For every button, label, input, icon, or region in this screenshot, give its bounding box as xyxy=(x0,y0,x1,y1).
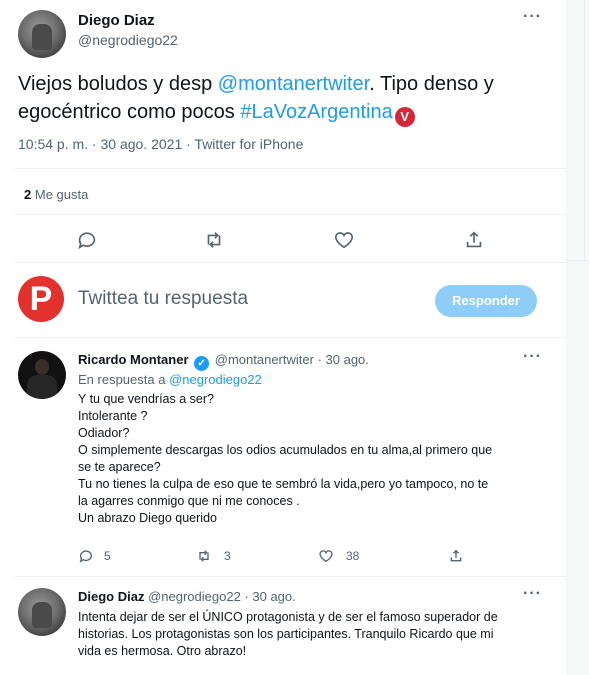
reply-count: 5 xyxy=(104,549,111,563)
tweet-text-part: Viejos boludos y desp xyxy=(18,73,218,95)
retweet-icon[interactable] xyxy=(203,229,225,251)
verified-icon: ✓ xyxy=(194,356,210,371)
tweet-text: Viejos boludos y desp @montanertwiter. T… xyxy=(18,70,558,127)
reply-line: Un abrazo Diego querido xyxy=(78,511,217,525)
tweet-page: Diego Diaz @negrodiego22 ··· Viejos bolu… xyxy=(0,0,589,675)
author-name[interactable]: Diego Diaz xyxy=(78,12,155,29)
reply-line: se te aparece? xyxy=(78,460,161,474)
author-handle[interactable]: @negrodiego22 xyxy=(78,32,178,48)
reply-line: vida es hermosa. Otro abrazo! xyxy=(78,644,247,658)
reply-text: Intenta dejar de ser el ÚNICO protagonis… xyxy=(78,609,558,660)
reply-actions: 5 3 38 xyxy=(0,546,566,566)
like-count: 2 xyxy=(24,187,32,202)
reply-line: Y tu que vendrías a ser? xyxy=(78,392,214,406)
avatar[interactable] xyxy=(18,351,66,399)
reply-text: Y tu que vendrías a ser? Intolerante ? O… xyxy=(78,391,548,527)
reply-date[interactable]: · 30 ago. xyxy=(318,352,369,367)
in-reply-handle[interactable]: @negrodiego22 xyxy=(169,372,262,387)
more-icon[interactable]: ··· xyxy=(523,8,542,26)
author-name[interactable]: Diego Diaz xyxy=(78,589,144,604)
divider xyxy=(14,576,566,577)
heart-icon[interactable] xyxy=(333,229,355,251)
reply-line: historias. Los protagonistas son los par… xyxy=(78,627,494,641)
author-handle[interactable]: @montanertwiter xyxy=(215,352,314,367)
avatar[interactable] xyxy=(18,588,66,636)
like-count: 38 xyxy=(346,549,360,563)
reply-input[interactable]: Twittea tu respuesta xyxy=(78,288,248,310)
reply-line: O simplemente descargas los odios acumul… xyxy=(78,443,493,457)
heart-icon[interactable] xyxy=(318,548,334,564)
more-icon[interactable]: ··· xyxy=(523,348,542,366)
reply-button[interactable]: Responder xyxy=(435,285,537,317)
retweet-count: 3 xyxy=(224,549,231,563)
tweet-column: Diego Diaz @negrodiego22 ··· Viejos bolu… xyxy=(0,0,566,675)
composer-avatar[interactable]: P xyxy=(18,276,64,322)
reply-line: Odiador? xyxy=(78,426,130,440)
in-reply-to: En respuesta a @negrodiego22 xyxy=(78,372,262,387)
reply-line: Intolerante ? xyxy=(78,409,148,423)
retweet-icon[interactable] xyxy=(196,548,212,564)
hashtag-link[interactable]: #LaVozArgentina xyxy=(240,101,392,123)
avatar[interactable] xyxy=(18,10,66,58)
reply-line: la agarres conmigo que ni me conoces . xyxy=(78,494,300,508)
divider xyxy=(14,214,566,215)
tweet-actions xyxy=(0,224,566,256)
tweet-timestamp[interactable]: 10:54 p. m. · 30 ago. 2021 · Twitter for… xyxy=(18,136,303,152)
share-icon[interactable] xyxy=(463,229,485,251)
divider xyxy=(584,0,585,260)
comment-icon[interactable] xyxy=(76,229,98,251)
author-handle[interactable]: @negrodiego22 xyxy=(148,589,241,604)
like-count-link[interactable]: 2 Me gusta xyxy=(24,187,88,202)
comment-icon[interactable] xyxy=(78,548,94,564)
reply-line: Tu no tienes la culpa de eso que te semb… xyxy=(78,477,489,491)
reply-header: Diego Diaz @negrodiego22 · 30 ago. xyxy=(78,589,296,604)
share-icon[interactable] xyxy=(448,548,464,564)
divider xyxy=(14,337,566,338)
reply-date[interactable]: · 30 ago. xyxy=(244,589,295,604)
like-label: Me gusta xyxy=(34,187,89,202)
divider xyxy=(14,168,566,169)
divider xyxy=(567,260,589,261)
reply-line: Intenta dejar de ser el ÚNICO protagonis… xyxy=(78,610,498,624)
more-icon[interactable]: ··· xyxy=(523,585,542,603)
reply-header: Ricardo Montaner ✓ @montanertwiter · 30 … xyxy=(78,352,369,371)
in-reply-label: En respuesta a xyxy=(78,372,170,387)
mention-link[interactable]: @montanertwiter xyxy=(218,73,369,95)
right-sidebar-edge xyxy=(566,0,589,675)
divider xyxy=(14,262,566,263)
author-name[interactable]: Ricardo Montaner xyxy=(78,352,189,367)
hashtag-emoji-icon: V xyxy=(394,107,415,127)
